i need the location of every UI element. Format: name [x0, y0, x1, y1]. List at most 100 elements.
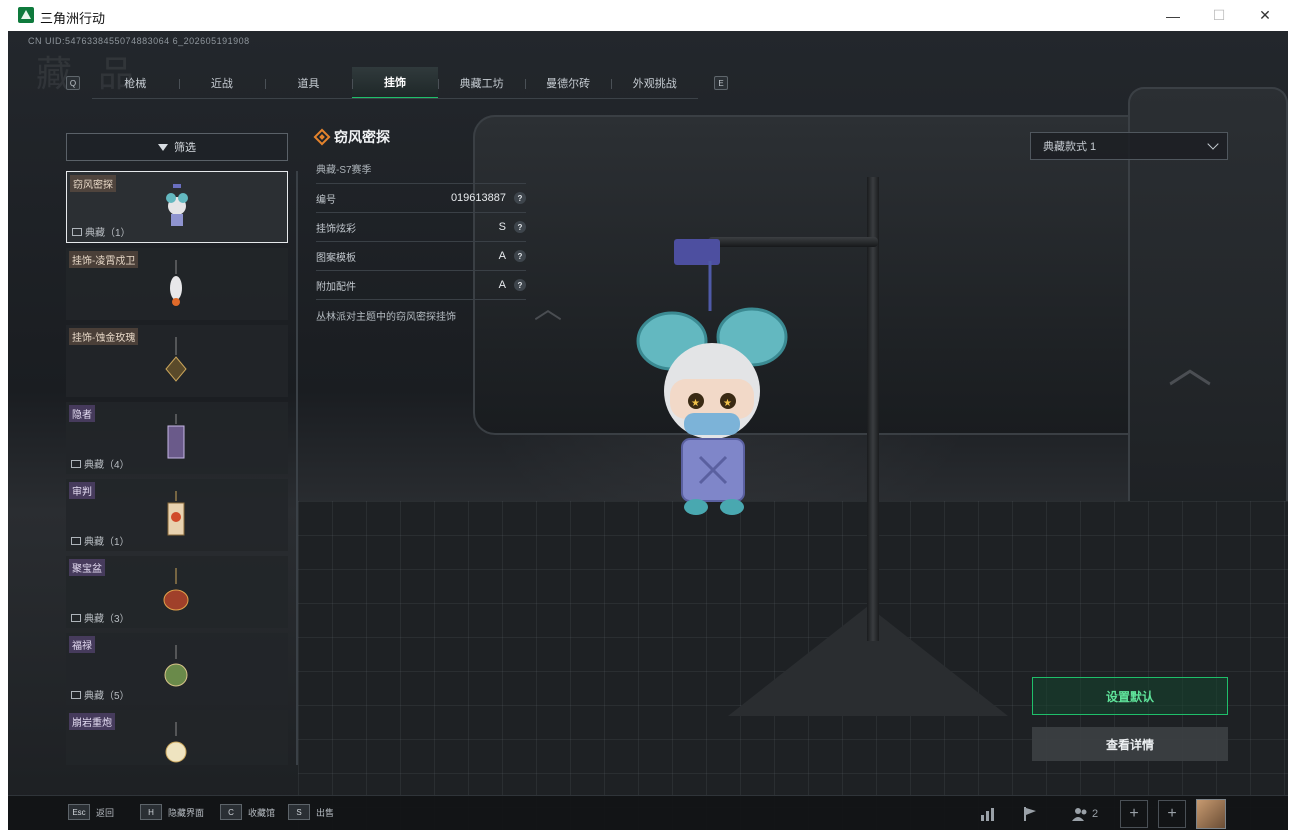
charm-thumbnail — [165, 722, 187, 763]
image-icon — [72, 227, 82, 236]
app-window: 三角洲行动 — ☐ ✕ ︿ ︿ ★ ★ CN UID:5476338455074… — [8, 0, 1288, 839]
list-item-footer: 典藏（5） — [71, 687, 130, 702]
hint-key: Esc — [68, 804, 90, 820]
rarity-diamond-icon — [313, 128, 331, 146]
title-bar: 三角洲行动 — ☐ ✕ — [8, 0, 1288, 32]
list-item-count: 典藏（5） — [84, 691, 130, 702]
image-icon — [71, 613, 81, 622]
list-item-count: 典藏（1） — [84, 537, 130, 548]
detail-row-label: 附加配件 — [316, 281, 356, 293]
svg-text:★: ★ — [723, 398, 732, 409]
charm-thumbnail — [166, 184, 188, 226]
party-indicator[interactable]: 2 — [1060, 796, 1110, 830]
hint-hide-ui[interactable]: H 隐藏界面 — [140, 804, 204, 820]
list-item[interactable]: 审判 典藏（1） — [66, 479, 288, 551]
hint-sell[interactable]: S 出售 — [288, 804, 334, 820]
image-icon — [71, 690, 81, 699]
detail-row-pattern: 图案模板 A? — [316, 242, 526, 271]
chevron-up-icon: ︿ — [1168, 343, 1212, 392]
tabs-underline — [92, 98, 698, 99]
hint-label: 返回 — [96, 807, 115, 818]
list-item[interactable]: 福禄 典藏（5） — [66, 633, 288, 705]
list-item-footer: 典藏（4） — [71, 456, 130, 471]
filter-icon — [158, 143, 168, 151]
list-item-name: 福禄 — [69, 636, 95, 653]
list-scrollbar[interactable] — [296, 171, 298, 765]
detail-row-value: 019613887 — [450, 192, 506, 204]
category-tabs: 枪械 近战 道具 挂饰 典藏工坊 曼德尔砖 外观挑战 — [92, 67, 698, 99]
charm-list: 窃风密探 典藏（1） 挂饰-凌霄戍卫 挂饰-蚀金玫瑰 隐者 典藏（4） 审判 典… — [66, 171, 290, 765]
list-item-count: 典藏（3） — [84, 614, 130, 625]
set-default-button[interactable]: 设置默认 — [1032, 677, 1228, 715]
tab-firearms[interactable]: 枪械 — [92, 67, 179, 99]
window-title: 三角洲行动 — [40, 11, 106, 26]
list-item-count: 典藏（1） — [85, 228, 131, 239]
filter-label: 筛选 — [174, 142, 196, 154]
add-teammate-button[interactable]: + — [1120, 800, 1148, 828]
list-item[interactable]: 挂饰-蚀金玫瑰 — [66, 325, 288, 397]
image-icon — [71, 459, 81, 468]
tab-items[interactable]: 道具 — [265, 67, 352, 99]
detail-row-label: 挂饰炫彩 — [316, 223, 356, 235]
svg-text:★: ★ — [691, 398, 700, 409]
list-item[interactable]: 崩岩重炮 — [66, 710, 288, 765]
list-item[interactable]: 挂饰-凌霄戍卫 — [66, 248, 288, 320]
list-item[interactable]: 窃风密探 典藏（1） — [66, 171, 288, 243]
list-item-footer: 典藏（1） — [72, 224, 131, 239]
list-item-count: 典藏（4） — [84, 460, 130, 471]
view-details-button[interactable]: 查看详情 — [1032, 727, 1228, 761]
minimize-button[interactable]: — — [1150, 0, 1196, 31]
chevron-up-icon: ︿ — [534, 293, 563, 324]
list-item[interactable]: 聚宝盆 典藏（3） — [66, 556, 288, 628]
hint-back[interactable]: Esc 返回 — [68, 804, 114, 820]
stats-icon[interactable] — [970, 796, 1006, 830]
help-icon[interactable]: ? — [514, 250, 526, 262]
hint-key: C — [220, 804, 242, 820]
list-item-name: 审判 — [69, 482, 95, 499]
charm-thumbnail — [170, 260, 182, 306]
filter-button[interactable]: 筛选 — [66, 133, 288, 161]
style-select[interactable]: 典藏款式 1 — [1030, 132, 1228, 160]
next-tab-key[interactable]: E — [714, 76, 728, 90]
charm-thumbnail — [163, 568, 189, 611]
help-icon[interactable]: ? — [514, 279, 526, 291]
hint-key: S — [288, 804, 310, 820]
add-teammate-button[interactable]: + — [1158, 800, 1186, 828]
background-crate — [473, 115, 1153, 435]
detail-panel: 窃风密探 典藏-S7赛季 编号 019613887? 挂饰炫彩 S? 图案模板 … — [313, 127, 526, 323]
charm-thumbnail — [164, 645, 188, 687]
close-button[interactable]: ✕ — [1242, 0, 1288, 31]
detail-title-text: 窃风密探 — [334, 129, 390, 145]
charm-model-image: ★ ★ — [636, 261, 788, 515]
image-icon — [71, 536, 81, 545]
avatar[interactable] — [1196, 799, 1226, 829]
tab-charms[interactable]: 挂饰 — [351, 67, 439, 99]
detail-season: 典藏-S7赛季 — [316, 159, 526, 184]
charm-thumbnail — [165, 337, 187, 382]
prev-tab-key[interactable]: Q — [66, 76, 80, 90]
help-icon[interactable]: ? — [514, 221, 526, 233]
tab-melee[interactable]: 近战 — [178, 67, 266, 99]
chevron-down-icon — [1207, 138, 1219, 150]
tab-collection-workshop[interactable]: 典藏工坊 — [438, 67, 525, 99]
help-icon[interactable]: ? — [514, 192, 526, 204]
hint-collection[interactable]: C 收藏馆 — [220, 804, 275, 820]
detail-row-label: 图案模板 — [316, 252, 356, 264]
list-item-name: 窃风密探 — [70, 175, 116, 192]
list-item-name: 聚宝盆 — [69, 559, 105, 576]
list-item-name: 隐者 — [69, 405, 95, 422]
hint-label: 出售 — [316, 807, 335, 818]
charm-thumbnail — [167, 491, 185, 536]
party-icon — [1071, 807, 1087, 821]
bottom-bar: Esc 返回 H 隐藏界面 C 收藏馆 S 出售 2 + + — [8, 795, 1288, 830]
party-count: 2 — [1091, 807, 1099, 820]
app-logo-icon — [18, 7, 34, 23]
tab-appearance-challenge[interactable]: 外观挑战 — [611, 67, 698, 99]
list-item[interactable]: 隐者 典藏（4） — [66, 402, 288, 474]
flag-icon[interactable] — [1012, 796, 1048, 830]
stand-arm — [708, 237, 878, 247]
hint-label: 隐藏界面 — [168, 807, 205, 818]
tab-mandel-brick[interactable]: 曼德尔砖 — [524, 67, 612, 99]
maximize-button[interactable]: ☐ — [1196, 0, 1242, 31]
list-item-name: 挂饰-蚀金玫瑰 — [69, 328, 139, 345]
